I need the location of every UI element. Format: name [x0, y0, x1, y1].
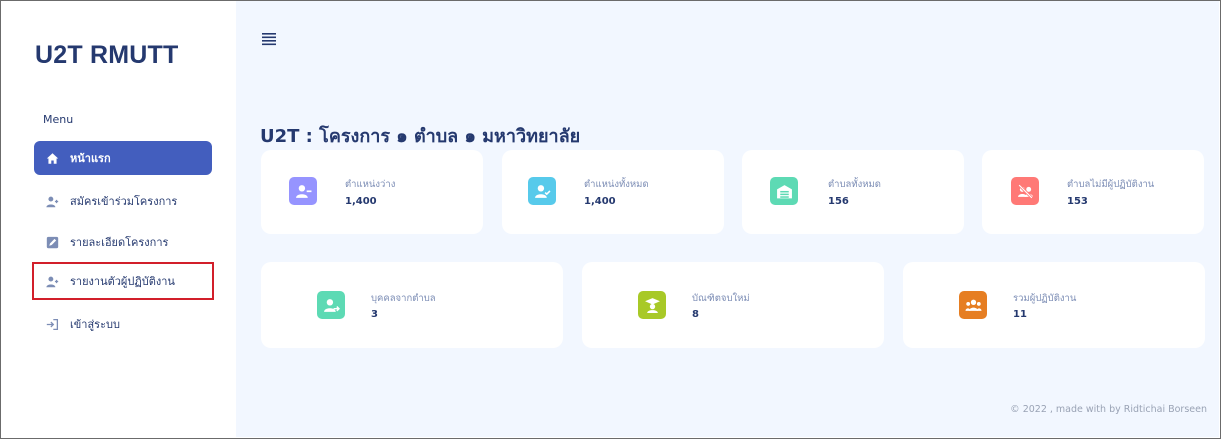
- stat-label: ตำแหน่งทั้งหมด: [584, 179, 649, 190]
- stat-label: บุคคลจากตำบล: [371, 293, 436, 304]
- stat-card-total-workers: รวมผู้ปฏิบัติงาน 11: [903, 262, 1205, 348]
- stat-card-vacant-positions: ตำแหน่งว่าง 1,400: [261, 150, 483, 234]
- brand-logo[interactable]: U2T RMUTT: [35, 41, 178, 70]
- stat-card-subdistricts-without-workers: ตำบลไม่มีผู้ปฏิบัติงาน 153: [982, 150, 1204, 234]
- stat-value: 11: [1013, 309, 1027, 320]
- stat-value: 8: [692, 309, 699, 320]
- edit-icon: [44, 234, 60, 250]
- user-arrow-icon: [317, 291, 345, 319]
- sidebar-item-report-worker[interactable]: รายงานตัวผู้ปฏิบัติงาน: [32, 262, 214, 300]
- page-title: U2T : โครงการ ๑ ตำบล ๑ มหาวิทยาลัย: [260, 126, 581, 147]
- stat-label: ตำบลทั้งหมด: [828, 179, 881, 190]
- stat-label: ตำบลไม่มีผู้ปฏิบัติงาน: [1067, 179, 1155, 190]
- sidebar: U2T RMUTT Menu หน้าแรก สมัครเข้าร่วมโครง…: [1, 1, 235, 437]
- stat-label: บัณฑิตจบใหม่: [692, 293, 750, 304]
- login-icon: [44, 316, 60, 332]
- sidebar-item-label: รายละเอียดโครงการ: [70, 236, 169, 249]
- sidebar-item-project-details[interactable]: รายละเอียดโครงการ: [34, 225, 212, 259]
- stat-value: 1,400: [345, 196, 377, 207]
- graduate-icon: [638, 291, 666, 319]
- stat-card-total-subdistricts: ตำบลทั้งหมด 156: [742, 150, 964, 234]
- stat-value: 156: [828, 196, 849, 207]
- sidebar-item-login[interactable]: เข้าสู่ระบบ: [34, 307, 212, 341]
- stat-card-people-from-subdistrict: บุคคลจากตำบล 3: [261, 262, 563, 348]
- stat-card-new-graduates: บัณฑิตจบใหม่ 8: [582, 262, 884, 348]
- menu-title: Menu: [43, 113, 74, 126]
- sidebar-item-label: สมัครเข้าร่วมโครงการ: [70, 195, 178, 208]
- stat-value: 1,400: [584, 196, 616, 207]
- sidebar-item-home[interactable]: หน้าแรก: [34, 141, 212, 175]
- users-icon: [959, 291, 987, 319]
- footer-credit: © 2022 , made with by Ridtichai Borseen: [1010, 404, 1207, 415]
- home-icon: [44, 150, 60, 166]
- sidebar-item-register[interactable]: สมัครเข้าร่วมโครงการ: [34, 184, 212, 218]
- user-plus-icon: [44, 193, 60, 209]
- user-minus-icon: [289, 177, 317, 205]
- sidebar-item-label: เข้าสู่ระบบ: [70, 318, 120, 331]
- user-plus-icon: [44, 273, 60, 289]
- users-slash-icon: [1011, 177, 1039, 205]
- stat-card-total-positions: ตำแหน่งทั้งหมด 1,400: [502, 150, 724, 234]
- hamburger-icon[interactable]: [262, 31, 276, 46]
- sidebar-item-label: รายงานตัวผู้ปฏิบัติงาน: [70, 275, 175, 288]
- warehouse-icon: [770, 177, 798, 205]
- stat-label: ตำแหน่งว่าง: [345, 179, 396, 190]
- main-content: U2T : โครงการ ๑ ตำบล ๑ มหาวิทยาลัย ตำแหน…: [236, 1, 1219, 437]
- stat-value: 153: [1067, 196, 1088, 207]
- sidebar-item-label: หน้าแรก: [70, 152, 111, 165]
- stat-value: 3: [371, 309, 378, 320]
- user-check-icon: [528, 177, 556, 205]
- stat-label: รวมผู้ปฏิบัติงาน: [1013, 293, 1077, 304]
